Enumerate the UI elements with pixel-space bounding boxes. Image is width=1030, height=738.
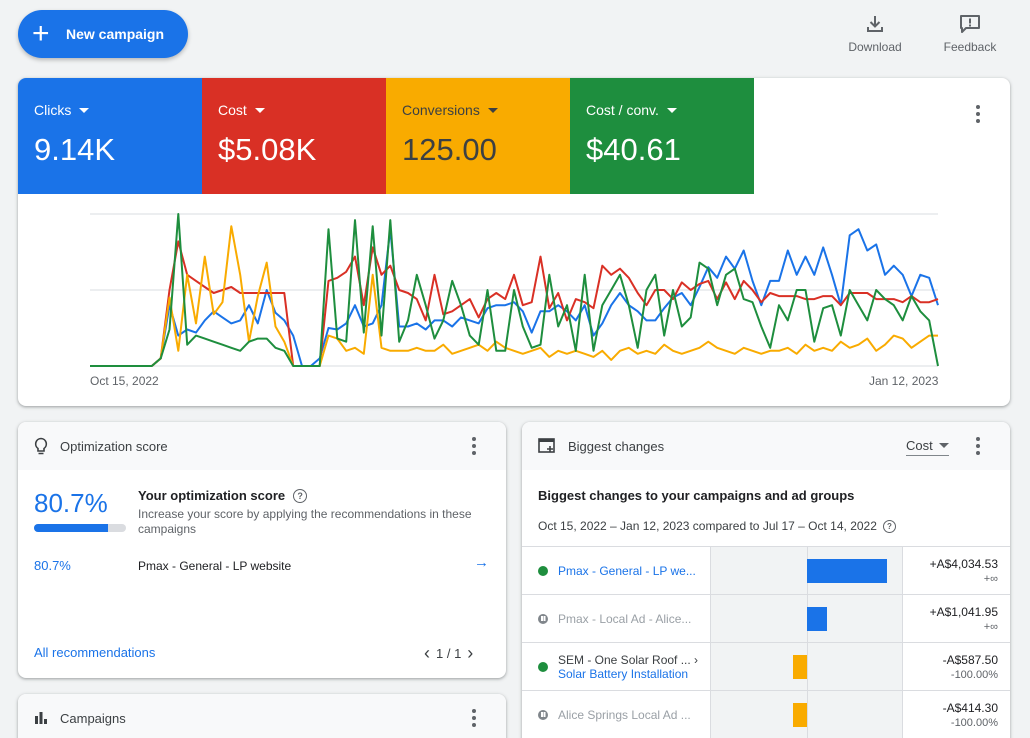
plus-icon: +: [32, 17, 50, 50]
series-line-0: [90, 228, 939, 367]
download-button[interactable]: Download: [835, 14, 915, 54]
change-value: -A$414.30: [942, 700, 998, 715]
change-value: +A$1,041.95: [929, 604, 998, 619]
campaign-score: 80.7%: [34, 558, 71, 573]
optimization-score: 80.7%: [34, 488, 108, 518]
changes-heading: Biggest changes to your campaigns and ad…: [538, 488, 855, 503]
caret-down-icon: [79, 107, 90, 113]
new-campaign-label: New campaign: [66, 26, 165, 42]
change-bar-cell: [710, 594, 903, 643]
lightbulb-icon: [34, 437, 48, 455]
help-icon[interactable]: ?: [882, 519, 896, 533]
feedback-button[interactable]: Feedback: [930, 14, 1010, 54]
chart-start-date: Oct 15, 2022: [90, 374, 159, 388]
card-title: Campaigns: [60, 710, 126, 726]
performance-chart: [90, 213, 939, 367]
status-paused-icon: [538, 613, 548, 624]
table-row[interactable]: SEM - One Solar Roof ... › Solar Battery …: [522, 642, 1010, 691]
row-name[interactable]: SEM - One Solar Roof ... ›: [558, 653, 698, 667]
caret-down-icon: [254, 107, 265, 113]
changes-subheading: Oct 15, 2022 – Jan 12, 2023 compared to …: [538, 519, 896, 533]
status-enabled-icon: [538, 565, 548, 576]
score-progress-fill: [34, 524, 109, 532]
change-bar-cell: [710, 642, 903, 691]
more-vert-icon[interactable]: [462, 706, 486, 730]
change-bar: [806, 607, 828, 631]
row-name[interactable]: Pmax - Local Ad - Alice...: [558, 612, 691, 626]
score-heading-text: Your optimization score: [138, 488, 286, 503]
help-icon[interactable]: ?: [293, 488, 308, 503]
score-progress-bar: [34, 524, 126, 532]
metric-value: 125.00: [402, 132, 497, 167]
arrow-right-icon[interactable]: →: [474, 554, 489, 571]
metric-value: 9.14K: [34, 132, 116, 167]
metric-value: $40.61: [586, 132, 681, 167]
download-label: Download: [848, 40, 902, 54]
pager: ‹ 1 / 1 ›: [424, 643, 473, 664]
change-percent: +∞: [983, 572, 998, 585]
chart-end-date: Jan 12, 2023: [869, 374, 939, 388]
more-vert-icon[interactable]: [462, 434, 486, 458]
download-icon: [867, 16, 883, 32]
row-subname[interactable]: Solar Battery Installation: [558, 667, 698, 681]
feedback-icon: [960, 15, 980, 33]
row-name[interactable]: Pmax - General - LP we...: [558, 564, 696, 578]
campaign-name: Pmax - General - LP website: [138, 559, 292, 573]
change-percent: -100.00%: [950, 716, 998, 729]
change-bar-cell: [710, 546, 903, 595]
more-vert-icon[interactable]: [966, 102, 990, 126]
changes-table: Pmax - General - LP we... +A$4,034.53 +∞ Pm…: [522, 546, 1010, 738]
biggest-changes-card: Biggest changes Cost Biggest changes to …: [522, 422, 1010, 738]
card-title: Biggest changes: [568, 438, 665, 454]
score-heading: Your optimization score ?: [138, 488, 308, 503]
table-row[interactable]: Pmax - General - LP we... +A$4,034.53 +∞: [522, 546, 1010, 595]
metric-label: Cost / conv.: [586, 102, 659, 118]
score-description: Increase your score by applying the reco…: [138, 507, 472, 536]
metric-value: $5.08K: [218, 132, 317, 167]
status-enabled-icon: [538, 661, 548, 672]
change-bar: [806, 559, 887, 583]
bar-chart-icon: [34, 711, 48, 725]
metric-conversions[interactable]: Conversions 125.00: [386, 78, 570, 194]
metric-cost[interactable]: Cost $5.08K: [202, 78, 386, 194]
change-bar-cell: [710, 690, 903, 738]
table-row[interactable]: Pmax - Local Ad - Alice... +A$1,041.95 +∞: [522, 594, 1010, 643]
pager-label: 1 / 1: [436, 646, 462, 661]
change-value: +A$4,034.53: [929, 556, 998, 571]
metric-label: Clicks: [34, 102, 72, 118]
changes-date-range: Oct 15, 2022 – Jan 12, 2023 compared to …: [538, 519, 877, 533]
metric-cost-per-conv[interactable]: Cost / conv. $40.61: [570, 78, 754, 194]
overview-card: Clicks 9.14K Cost $5.08K Conversions 125…: [18, 78, 1010, 406]
row-name[interactable]: Alice Springs Local Ad ...: [558, 708, 691, 722]
card-header: Optimization score: [18, 422, 506, 470]
metric-label: Conversions: [402, 102, 480, 118]
change-percent: +∞: [983, 620, 998, 633]
change-value: -A$587.50: [942, 652, 998, 667]
window-add-icon: [538, 438, 556, 454]
caret-down-icon: [487, 107, 498, 113]
feedback-label: Feedback: [943, 40, 997, 54]
new-campaign-button[interactable]: + New campaign: [18, 10, 188, 58]
caret-down-icon: [666, 107, 677, 113]
metric-dropdown-value: Cost: [906, 438, 933, 453]
change-bar: [792, 655, 807, 679]
card-header: Campaigns: [18, 694, 506, 738]
optimization-card: Optimization score 80.7% Your optimizati…: [18, 422, 506, 678]
change-percent: -100.00%: [950, 668, 998, 681]
metric-clicks[interactable]: Clicks 9.14K: [18, 78, 202, 194]
metric-label: Cost: [218, 102, 247, 118]
chevron-right-icon[interactable]: ›: [467, 643, 473, 664]
table-row[interactable]: Alice Springs Local Ad ... -A$414.30 -100.…: [522, 690, 1010, 738]
more-vert-icon[interactable]: [966, 434, 990, 458]
change-bar: [792, 703, 807, 727]
status-paused-icon: [538, 709, 548, 720]
caret-down-icon: [938, 443, 949, 448]
chevron-left-icon[interactable]: ‹: [424, 643, 430, 664]
card-title: Optimization score: [60, 438, 168, 454]
metric-dropdown[interactable]: Cost: [906, 438, 949, 456]
all-recommendations-link[interactable]: All recommendations: [34, 645, 155, 660]
campaigns-card: Campaigns: [18, 694, 506, 738]
